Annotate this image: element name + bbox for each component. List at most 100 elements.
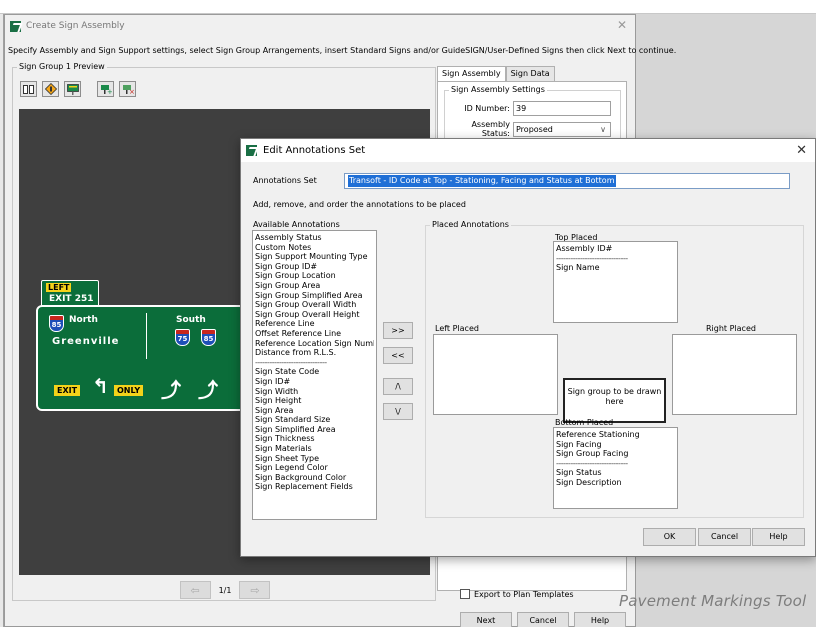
insert-guidesign-icon[interactable] bbox=[64, 81, 81, 97]
list-item[interactable]: Reference Location Sign Number bbox=[255, 339, 374, 349]
main-close-icon[interactable]: ✕ bbox=[617, 18, 627, 32]
move-down-button[interactable]: \/ bbox=[383, 403, 413, 420]
background-window-strip bbox=[0, 0, 816, 14]
available-annotations-list[interactable]: Assembly Status Custom Notes Sign Suppor… bbox=[252, 230, 377, 520]
list-item[interactable]: Sign Area bbox=[255, 406, 374, 416]
annotations-set-input[interactable]: Transoft - ID Code at Top - Stationing, … bbox=[344, 173, 790, 189]
list-item[interactable]: Sign Standard Size bbox=[255, 415, 374, 425]
list-item[interactable]: Sign Width bbox=[255, 387, 374, 397]
list-item[interactable]: Sign Group Overall Height bbox=[255, 310, 374, 320]
list-separator: ------------------------------ bbox=[556, 253, 628, 263]
split-arrow-right-icon: ⤴ bbox=[198, 378, 218, 402]
dialog-close-icon[interactable]: ✕ bbox=[796, 143, 807, 158]
remove-sign-group-icon[interactable]: × bbox=[119, 81, 136, 97]
assembly-status-row: Assembly Status: Proposed bbox=[445, 120, 611, 138]
list-item[interactable]: Assembly ID# bbox=[556, 244, 675, 254]
list-item[interactable]: Reference Stationing bbox=[556, 430, 675, 440]
list-item[interactable]: Reference Line bbox=[255, 319, 374, 329]
interstate-shield-south-2: 85 bbox=[201, 329, 216, 346]
dialog-cancel-button[interactable]: Cancel bbox=[698, 528, 751, 546]
main-instructions: Specify Assembly and Sign Support settin… bbox=[8, 46, 677, 55]
right-placed-list[interactable] bbox=[672, 334, 797, 415]
left-placed-list[interactable] bbox=[433, 334, 558, 415]
svg-text:+: + bbox=[107, 88, 112, 95]
add-sign-group-icon[interactable]: + bbox=[97, 81, 114, 97]
main-titlebar: Create Sign Assembly bbox=[10, 19, 125, 33]
id-number-row: ID Number: 39 bbox=[445, 101, 611, 116]
exit-number-text: EXIT 251 bbox=[49, 294, 94, 304]
list-item[interactable]: Sign Sheet Type bbox=[255, 454, 374, 464]
list-item[interactable]: Sign Group Simplified Area bbox=[255, 291, 374, 301]
id-number-field[interactable]: 39 bbox=[513, 101, 611, 116]
assembly-tabs: Sign Assembly Sign Data bbox=[437, 66, 555, 81]
app-logo-icon bbox=[10, 20, 21, 32]
add-annotation-button[interactable]: >> bbox=[383, 322, 413, 339]
right-placed-label: Right Placed bbox=[706, 324, 756, 333]
available-annotations-label: Available Annotations bbox=[253, 220, 340, 229]
preview-group-label: Sign Group 1 Preview bbox=[17, 62, 107, 71]
list-item[interactable]: Sign Group Overall Width bbox=[255, 300, 374, 310]
list-item[interactable]: Assembly Status bbox=[255, 233, 374, 243]
settings-group-label: Sign Assembly Settings bbox=[449, 85, 547, 94]
arrangement-layout-icon[interactable] bbox=[20, 81, 37, 97]
list-item[interactable]: Sign ID# bbox=[255, 377, 374, 387]
list-item[interactable]: Sign Height bbox=[255, 396, 374, 406]
ok-button[interactable]: OK bbox=[643, 528, 696, 546]
list-item[interactable]: Sign Thickness bbox=[255, 434, 374, 444]
main-cancel-button[interactable]: Cancel bbox=[517, 612, 569, 627]
list-item[interactable]: Sign Description bbox=[556, 478, 675, 488]
list-item[interactable]: Sign Status bbox=[556, 468, 675, 478]
move-up-button[interactable]: /\ bbox=[383, 378, 413, 395]
insert-standard-sign-icon[interactable] bbox=[42, 81, 59, 97]
list-item[interactable]: Sign Name bbox=[556, 263, 675, 273]
only-bottom-label: ONLY bbox=[114, 385, 144, 396]
tab-sign-data[interactable]: Sign Data bbox=[505, 66, 555, 81]
edit-annotations-set-dialog: Edit Annotations Set ✕ Annotations Set T… bbox=[240, 138, 816, 557]
top-placed-list[interactable]: Assembly ID# ---------------------------… bbox=[553, 241, 678, 323]
annotations-instructions: Add, remove, and order the annotations t… bbox=[253, 200, 466, 209]
left-turn-arrow-icon: ↰ bbox=[92, 374, 109, 398]
list-item[interactable]: Sign Support Mounting Type bbox=[255, 252, 374, 262]
next-page-button[interactable]: ⇨ bbox=[239, 581, 271, 599]
interstate-shield-north: 85 bbox=[49, 315, 64, 332]
dialog-title: Edit Annotations Set bbox=[263, 145, 366, 156]
main-help-button[interactable]: Help bbox=[574, 612, 626, 627]
list-item[interactable]: Sign Legend Color bbox=[255, 463, 374, 473]
assembly-status-select[interactable]: Proposed bbox=[513, 121, 611, 137]
list-item[interactable]: Sign Materials bbox=[255, 444, 374, 454]
list-item[interactable]: Sign Replacement Fields bbox=[255, 482, 374, 492]
list-item[interactable]: Sign Group Facing bbox=[556, 449, 675, 459]
list-item[interactable]: Offset Reference Line bbox=[255, 329, 374, 339]
svg-text:×: × bbox=[129, 88, 134, 95]
exit-tab-panel: LEFT EXIT 251 bbox=[41, 280, 99, 307]
page-indicator: 1/1 bbox=[218, 585, 232, 595]
assembly-status-label: Assembly Status: bbox=[471, 120, 510, 138]
remove-annotation-button[interactable]: << bbox=[383, 347, 413, 364]
exit-bottom-label: EXIT bbox=[54, 385, 81, 396]
list-item[interactable]: Custom Notes bbox=[255, 243, 374, 253]
list-item[interactable]: Sign Background Color bbox=[255, 473, 374, 483]
list-item[interactable]: Sign Simplified Area bbox=[255, 425, 374, 435]
list-item[interactable]: Sign Group Area bbox=[255, 281, 374, 291]
sign-group-placeholder: Sign group to be drawn here bbox=[563, 378, 666, 423]
tab-sign-assembly[interactable]: Sign Assembly bbox=[437, 66, 506, 81]
next-button[interactable]: Next bbox=[460, 612, 512, 627]
bottom-placed-list[interactable]: Reference Stationing Sign Facing Sign Gr… bbox=[553, 427, 678, 509]
previous-page-button[interactable]: ⇦ bbox=[179, 581, 211, 599]
list-item[interactable]: Distance from R.L.S. bbox=[255, 348, 374, 358]
sign-panel-divider bbox=[146, 313, 147, 359]
city-text: Greenville bbox=[52, 336, 120, 347]
preview-pager: ⇦ 1/1 ⇨ bbox=[13, 581, 437, 599]
export-to-plan-templates-label: Export to Plan Templates bbox=[474, 589, 574, 599]
list-item[interactable]: Sign Facing bbox=[556, 440, 675, 450]
placed-annotations-label: Placed Annotations bbox=[430, 220, 511, 229]
list-item[interactable]: Sign Group Location bbox=[255, 271, 374, 281]
list-item[interactable]: Sign State Code bbox=[255, 367, 374, 377]
dialog-help-button[interactable]: Help bbox=[752, 528, 805, 546]
list-item[interactable]: Sign Group ID# bbox=[255, 262, 374, 272]
bottom-placed-label: Bottom Placed bbox=[555, 418, 614, 427]
export-to-plan-templates-checkbox[interactable] bbox=[460, 589, 470, 599]
export-to-plan-templates-row: Export to Plan Templates bbox=[460, 589, 574, 599]
annotations-set-label: Annotations Set bbox=[253, 176, 317, 185]
list-separator: ------------------------------ bbox=[556, 458, 628, 468]
